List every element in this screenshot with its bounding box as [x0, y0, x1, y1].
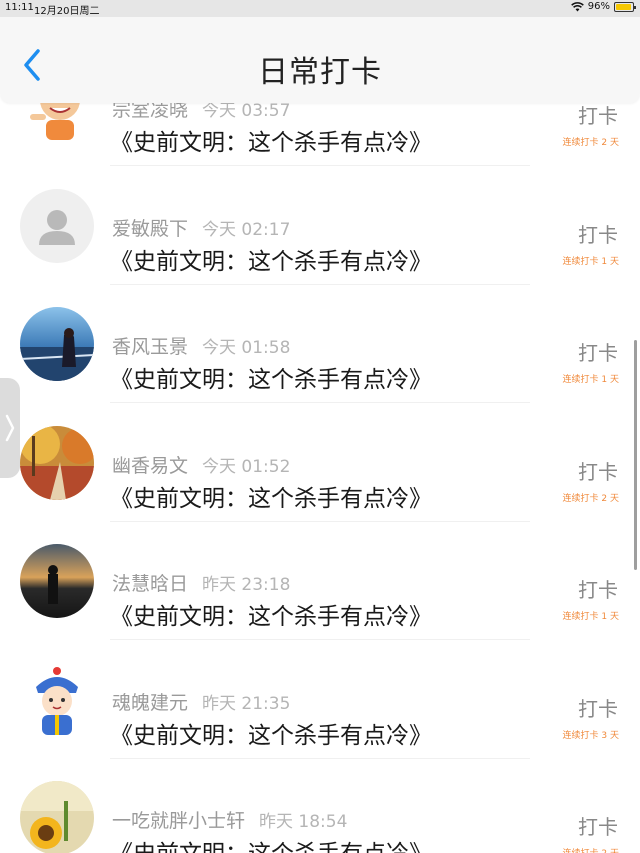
- list-item[interactable]: 法慧晗日 昨天 23:18 《史前文明：这个杀手有点冷》 打卡连续打卡 1 天: [0, 522, 640, 640]
- status-time: 11:11: [5, 2, 34, 13]
- avatar[interactable]: [20, 425, 94, 500]
- book-title: 《史前文明：这个杀手有点冷》: [110, 367, 432, 393]
- user-name[interactable]: 魂魄建元 昨天 21:35: [112, 688, 290, 715]
- user-name[interactable]: 一吃就胖小士轩 昨天 18:54: [112, 806, 347, 833]
- nav-bar: 日常打卡: [0, 17, 640, 103]
- wifi-icon: [570, 1, 584, 11]
- book-title: 《史前文明：这个杀手有点冷》: [110, 248, 432, 275]
- user-name[interactable]: 法慧晗日 昨天 23:18: [112, 569, 290, 596]
- list-item[interactable]: 香风玉景 今天 01:58 《史前文明：这个杀手有点冷》 打卡连续打卡 1 天: [0, 285, 640, 403]
- checkin-time: 昨天 23:18: [202, 575, 291, 595]
- user-name-text: 魂魄建元: [112, 691, 189, 714]
- avatar[interactable]: [20, 188, 94, 263]
- checkin-time: 今天 01:58: [202, 338, 291, 358]
- streak-label: 连续打卡 1 天: [562, 256, 619, 267]
- list-item[interactable]: 一吃就胖小士轩昨天 18:54《史前文明：这个杀手有点冷》打卡连续打卡 2 天: [0, 759, 640, 853]
- scrollbar[interactable]: [634, 340, 637, 570]
- book-title: 《史前文明：这个杀手有点冷》: [110, 485, 432, 512]
- checkin-button[interactable]: 打卡: [578, 219, 618, 248]
- status-date: 12月20日周二: [34, 6, 100, 17]
- checkin-button[interactable]: 打卡: [578, 100, 618, 129]
- user-name[interactable]: 香风玉景 今天 01:58: [112, 332, 290, 359]
- checkin-button[interactable]: 打卡: [578, 693, 618, 722]
- battery-icon: [614, 1, 636, 12]
- user-name-text: 法慧晗日: [112, 573, 189, 595]
- battery-fill: [616, 3, 632, 10]
- avatar[interactable]: [20, 307, 94, 381]
- user-name[interactable]: 幽香易文 今天 01:52: [112, 451, 290, 478]
- avatar[interactable]: [20, 781, 94, 853]
- streak-label: 连续打卡 2 天: [563, 846, 619, 853]
- checkin-time: 昨天 18:54: [259, 812, 348, 832]
- user-name-text: 爱敏殿下: [112, 217, 189, 240]
- list-item[interactable]: 幽香易文 今天 01:52 《史前文明：这个杀手有点冷》 打卡连续打卡 2 天: [0, 404, 640, 522]
- streak-label: 连续打卡 1 天: [562, 612, 619, 622]
- status-right: 96%: [570, 1, 636, 12]
- checkin-time: 今天 01:52: [202, 456, 291, 477]
- streak-label: 连续打卡 2 天: [562, 493, 619, 504]
- book-title: 《史前文明：这个杀手有点冷》: [110, 722, 432, 749]
- avatar[interactable]: [20, 662, 94, 737]
- checkin-button[interactable]: 打卡: [578, 574, 618, 603]
- status-bar: 11:11 12月20日周二 96%: [0, 0, 640, 17]
- page-title: 日常打卡: [258, 55, 382, 90]
- checkin-time: 今天 02:17: [202, 219, 291, 240]
- avatar[interactable]: [20, 544, 94, 618]
- streak-label: 连续打卡 3 天: [562, 730, 619, 741]
- user-name-text: 一吃就胖小士轩: [112, 810, 246, 832]
- checkin-button[interactable]: 打卡: [578, 337, 618, 366]
- list-item[interactable]: 魂魄建元 昨天 21:35 《史前文明：这个杀手有点冷》 打卡连续打卡 3 天: [0, 641, 640, 759]
- battery-percent: 96%: [587, 1, 610, 12]
- streak-label: 连续打卡 2 天: [562, 138, 619, 148]
- checkin-time: 昨天 21:35: [202, 693, 291, 714]
- book-title: 《史前文明：这个杀手有点冷》: [110, 604, 432, 630]
- user-name[interactable]: 爱敏殿下 今天 02:17: [112, 214, 290, 241]
- book-title: 《史前文明：这个杀手有点冷》: [110, 834, 432, 853]
- checkin-time: 今天 03:57: [202, 101, 291, 121]
- user-name-text: 香风玉景: [112, 336, 189, 358]
- side-drawer-handle[interactable]: [0, 378, 20, 478]
- checkin-button[interactable]: 打卡: [578, 811, 618, 840]
- user-name-text: 幽香易文: [112, 454, 189, 477]
- book-title: 《史前文明：这个杀手有点冷》: [110, 130, 432, 156]
- streak-label: 连续打卡 1 天: [562, 375, 619, 385]
- list-item[interactable]: 爱敏殿下 今天 02:17 《史前文明：这个杀手有点冷》 打卡连续打卡 1 天: [0, 167, 640, 285]
- chevron-right-icon: [5, 414, 15, 442]
- checkin-button[interactable]: 打卡: [578, 456, 618, 485]
